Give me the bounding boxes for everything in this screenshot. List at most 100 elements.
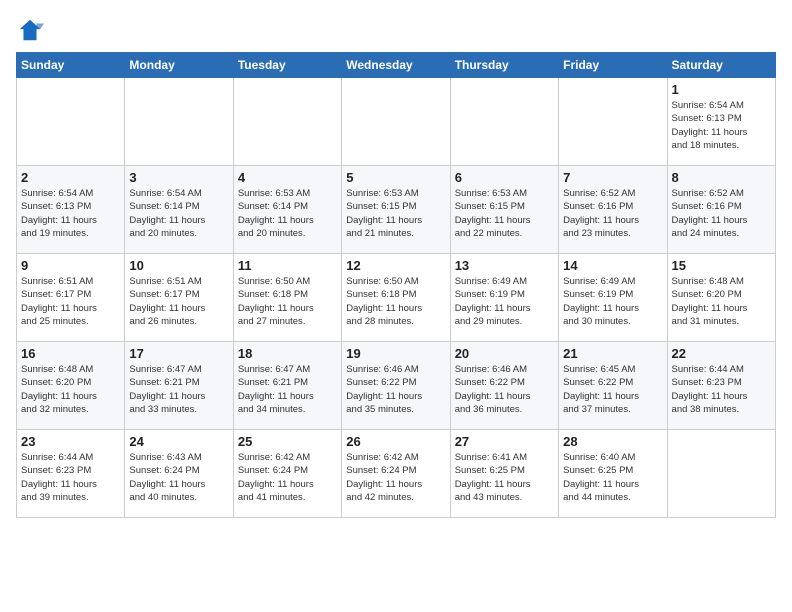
calendar-day-cell: 4 Sunrise: 6:53 AM Sunset: 6:14 PM Daylig… (233, 166, 341, 254)
calendar-table: SundayMondayTuesdayWednesdayThursdayFrid… (16, 52, 776, 518)
calendar-day-cell: 7 Sunrise: 6:52 AM Sunset: 6:16 PM Daylig… (559, 166, 667, 254)
calendar-day-cell: 1 Sunrise: 6:54 AM Sunset: 6:13 PM Daylig… (667, 78, 775, 166)
calendar-day-cell: 18Sunrise: 6:47 AM Sunset: 6:21 PM Dayli… (233, 342, 341, 430)
day-number: 16 (21, 346, 120, 361)
weekday-header-cell: Saturday (667, 53, 775, 78)
day-detail: Sunrise: 6:51 AM Sunset: 6:17 PM Dayligh… (129, 275, 228, 328)
day-number: 3 (129, 170, 228, 185)
calendar-day-cell (450, 78, 558, 166)
day-number: 22 (672, 346, 771, 361)
calendar-day-cell (17, 78, 125, 166)
day-detail: Sunrise: 6:46 AM Sunset: 6:22 PM Dayligh… (455, 363, 554, 416)
day-number: 23 (21, 434, 120, 449)
weekday-header-cell: Monday (125, 53, 233, 78)
calendar-day-cell: 27Sunrise: 6:41 AM Sunset: 6:25 PM Dayli… (450, 430, 558, 518)
calendar-week-row: 16Sunrise: 6:48 AM Sunset: 6:20 PM Dayli… (17, 342, 776, 430)
calendar-day-cell: 8 Sunrise: 6:52 AM Sunset: 6:16 PM Daylig… (667, 166, 775, 254)
calendar-day-cell: 28 Sunrise: 6:40 AM Sunset: 6:25 PM Dayli… (559, 430, 667, 518)
calendar-day-cell: 22 Sunrise: 6:44 AM Sunset: 6:23 PM Dayli… (667, 342, 775, 430)
day-detail: Sunrise: 6:54 AM Sunset: 6:13 PM Dayligh… (21, 187, 120, 240)
day-number: 1 (672, 82, 771, 97)
day-number: 8 (672, 170, 771, 185)
day-detail: Sunrise: 6:53 AM Sunset: 6:15 PM Dayligh… (346, 187, 445, 240)
logo-icon (16, 16, 44, 44)
calendar-day-cell (667, 430, 775, 518)
calendar-day-cell: 19 Sunrise: 6:46 AM Sunset: 6:22 PM Dayli… (342, 342, 450, 430)
weekday-header-cell: Friday (559, 53, 667, 78)
day-detail: Sunrise: 6:53 AM Sunset: 6:15 PM Dayligh… (455, 187, 554, 240)
day-number: 7 (563, 170, 662, 185)
day-number: 11 (238, 258, 337, 273)
day-number: 12 (346, 258, 445, 273)
day-detail: Sunrise: 6:42 AM Sunset: 6:24 PM Dayligh… (346, 451, 445, 504)
day-detail: Sunrise: 6:49 AM Sunset: 6:19 PM Dayligh… (455, 275, 554, 328)
calendar-day-cell: 10Sunrise: 6:51 AM Sunset: 6:17 PM Dayli… (125, 254, 233, 342)
calendar-day-cell: 11 Sunrise: 6:50 AM Sunset: 6:18 PM Dayli… (233, 254, 341, 342)
day-detail: Sunrise: 6:51 AM Sunset: 6:17 PM Dayligh… (21, 275, 120, 328)
day-detail: Sunrise: 6:49 AM Sunset: 6:19 PM Dayligh… (563, 275, 662, 328)
day-number: 21 (563, 346, 662, 361)
day-detail: Sunrise: 6:40 AM Sunset: 6:25 PM Dayligh… (563, 451, 662, 504)
logo (16, 16, 48, 44)
calendar-day-cell (342, 78, 450, 166)
calendar-day-cell: 6 Sunrise: 6:53 AM Sunset: 6:15 PM Daylig… (450, 166, 558, 254)
day-number: 18 (238, 346, 337, 361)
calendar-week-row: 2 Sunrise: 6:54 AM Sunset: 6:13 PM Daylig… (17, 166, 776, 254)
day-number: 20 (455, 346, 554, 361)
day-detail: Sunrise: 6:52 AM Sunset: 6:16 PM Dayligh… (563, 187, 662, 240)
calendar-day-cell: 24 Sunrise: 6:43 AM Sunset: 6:24 PM Dayli… (125, 430, 233, 518)
day-number: 9 (21, 258, 120, 273)
page-header (16, 16, 776, 44)
day-number: 15 (672, 258, 771, 273)
calendar-day-cell: 12 Sunrise: 6:50 AM Sunset: 6:18 PM Dayli… (342, 254, 450, 342)
day-number: 27 (455, 434, 554, 449)
calendar-week-row: 23Sunrise: 6:44 AM Sunset: 6:23 PM Dayli… (17, 430, 776, 518)
weekday-header-row: SundayMondayTuesdayWednesdayThursdayFrid… (17, 53, 776, 78)
calendar-day-cell: 14 Sunrise: 6:49 AM Sunset: 6:19 PM Dayli… (559, 254, 667, 342)
calendar-day-cell (559, 78, 667, 166)
calendar-day-cell (125, 78, 233, 166)
weekday-header-cell: Wednesday (342, 53, 450, 78)
day-number: 5 (346, 170, 445, 185)
calendar-day-cell (233, 78, 341, 166)
day-number: 2 (21, 170, 120, 185)
weekday-header-cell: Tuesday (233, 53, 341, 78)
day-detail: Sunrise: 6:46 AM Sunset: 6:22 PM Dayligh… (346, 363, 445, 416)
day-number: 24 (129, 434, 228, 449)
calendar-day-cell: 20 Sunrise: 6:46 AM Sunset: 6:22 PM Dayli… (450, 342, 558, 430)
day-detail: Sunrise: 6:42 AM Sunset: 6:24 PM Dayligh… (238, 451, 337, 504)
day-number: 13 (455, 258, 554, 273)
calendar-day-cell: 9 Sunrise: 6:51 AM Sunset: 6:17 PM Daylig… (17, 254, 125, 342)
calendar-day-cell: 26 Sunrise: 6:42 AM Sunset: 6:24 PM Dayli… (342, 430, 450, 518)
calendar-body: 1 Sunrise: 6:54 AM Sunset: 6:13 PM Daylig… (17, 78, 776, 518)
calendar-day-cell: 15Sunrise: 6:48 AM Sunset: 6:20 PM Dayli… (667, 254, 775, 342)
day-number: 17 (129, 346, 228, 361)
day-number: 28 (563, 434, 662, 449)
calendar-day-cell: 3 Sunrise: 6:54 AM Sunset: 6:14 PM Daylig… (125, 166, 233, 254)
day-detail: Sunrise: 6:43 AM Sunset: 6:24 PM Dayligh… (129, 451, 228, 504)
day-number: 19 (346, 346, 445, 361)
weekday-header-cell: Sunday (17, 53, 125, 78)
day-number: 26 (346, 434, 445, 449)
day-detail: Sunrise: 6:50 AM Sunset: 6:18 PM Dayligh… (238, 275, 337, 328)
calendar-day-cell: 23Sunrise: 6:44 AM Sunset: 6:23 PM Dayli… (17, 430, 125, 518)
weekday-header-cell: Thursday (450, 53, 558, 78)
day-detail: Sunrise: 6:54 AM Sunset: 6:13 PM Dayligh… (672, 99, 771, 152)
calendar-day-cell: 21Sunrise: 6:45 AM Sunset: 6:22 PM Dayli… (559, 342, 667, 430)
calendar-day-cell: 13 Sunrise: 6:49 AM Sunset: 6:19 PM Dayli… (450, 254, 558, 342)
day-number: 14 (563, 258, 662, 273)
calendar-week-row: 1 Sunrise: 6:54 AM Sunset: 6:13 PM Daylig… (17, 78, 776, 166)
calendar-day-cell: 17 Sunrise: 6:47 AM Sunset: 6:21 PM Dayli… (125, 342, 233, 430)
day-number: 4 (238, 170, 337, 185)
calendar-day-cell: 16Sunrise: 6:48 AM Sunset: 6:20 PM Dayli… (17, 342, 125, 430)
day-detail: Sunrise: 6:50 AM Sunset: 6:18 PM Dayligh… (346, 275, 445, 328)
day-detail: Sunrise: 6:52 AM Sunset: 6:16 PM Dayligh… (672, 187, 771, 240)
day-number: 6 (455, 170, 554, 185)
day-detail: Sunrise: 6:47 AM Sunset: 6:21 PM Dayligh… (129, 363, 228, 416)
day-detail: Sunrise: 6:44 AM Sunset: 6:23 PM Dayligh… (672, 363, 771, 416)
day-detail: Sunrise: 6:54 AM Sunset: 6:14 PM Dayligh… (129, 187, 228, 240)
calendar-day-cell: 25Sunrise: 6:42 AM Sunset: 6:24 PM Dayli… (233, 430, 341, 518)
day-detail: Sunrise: 6:53 AM Sunset: 6:14 PM Dayligh… (238, 187, 337, 240)
calendar-day-cell: 2 Sunrise: 6:54 AM Sunset: 6:13 PM Daylig… (17, 166, 125, 254)
calendar-week-row: 9 Sunrise: 6:51 AM Sunset: 6:17 PM Daylig… (17, 254, 776, 342)
